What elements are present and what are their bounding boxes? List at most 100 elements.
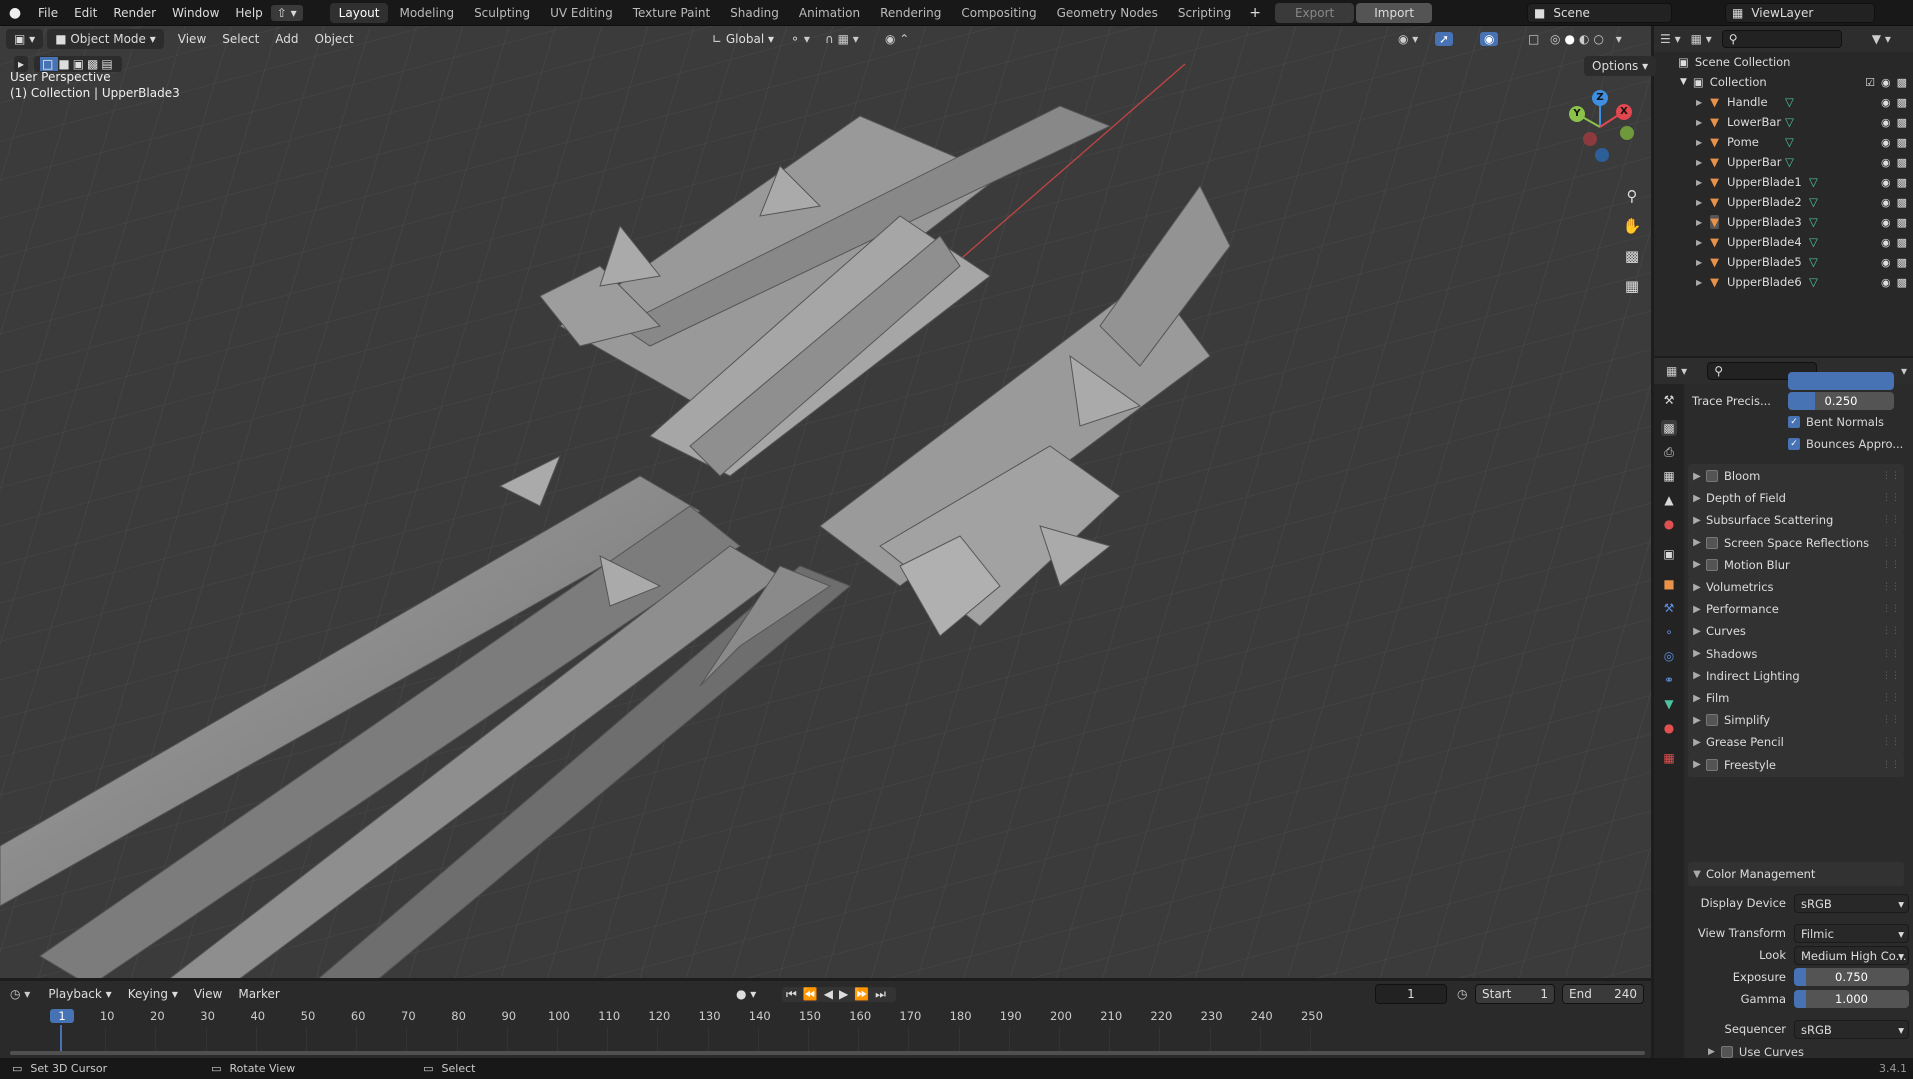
mesh-data-icon[interactable]: ▽	[1785, 115, 1794, 129]
camera-icon[interactable]: ▩	[1618, 242, 1646, 270]
outliner-item[interactable]: ▶ ▼ UpperBlade2 ▽ ◉ ▩	[1654, 192, 1913, 212]
camera-render-icon[interactable]: ▩	[1897, 96, 1907, 109]
expand-icon[interactable]: ▶	[1696, 278, 1702, 287]
particles-tab-icon[interactable]: ∘	[1661, 624, 1677, 640]
collection-row[interactable]: ▼ ▣ Collection ☑ ◉ ▩	[1654, 72, 1913, 92]
record-icon[interactable]: ● ▾	[736, 987, 756, 1001]
eye-icon[interactable]: ◉	[1881, 256, 1891, 269]
outliner-item[interactable]: ▶ ▼ UpperBlade3 ▽ ◉ ▩	[1654, 212, 1913, 232]
eye-icon[interactable]: ◉	[1881, 216, 1891, 229]
checkbox-icon[interactable]: ☑	[1865, 76, 1875, 89]
3d-viewport[interactable]: User Perspective (1) Collection | UpperB…	[0, 26, 1651, 978]
item-toggles[interactable]: ◉ ▩	[1881, 156, 1907, 169]
gizmo-z-axis[interactable]: Z	[1592, 90, 1608, 106]
outliner-item[interactable]: ▶ ▼ Handle ▽ ◉ ▩	[1654, 92, 1913, 112]
item-toggles[interactable]: ◉ ▩	[1881, 276, 1907, 289]
item-toggles[interactable]: ◉ ▩	[1881, 236, 1907, 249]
mesh-data-icon[interactable]: ▽	[1809, 235, 1818, 249]
end-frame-field[interactable]: End 240	[1562, 984, 1644, 1004]
use-curves-row[interactable]: ▶ Use Curves	[1708, 1045, 1804, 1059]
outliner-item[interactable]: ▶ ▼ UpperBlade1 ▽ ◉ ▩	[1654, 172, 1913, 192]
workspace-tab-compositing[interactable]: Compositing	[952, 3, 1045, 23]
drag-handle-icon[interactable]: ⋮⋮	[1882, 538, 1900, 548]
mesh-data-icon[interactable]: ▽	[1785, 135, 1794, 149]
outliner-item[interactable]: ▶ ▼ UpperBlade5 ▽ ◉ ▩	[1654, 252, 1913, 272]
gamma-slider[interactable]: 1.000	[1794, 990, 1909, 1008]
scene-collection-row[interactable]: ▣ Scene Collection	[1654, 52, 1913, 72]
gizmo-neg-x[interactable]	[1583, 132, 1597, 146]
sequencer-dropdown[interactable]: sRGB ▾	[1794, 1020, 1909, 1039]
drag-handle-icon[interactable]: ⋮⋮	[1882, 515, 1900, 525]
zoom-icon[interactable]: ⚲	[1618, 182, 1646, 210]
menu-render[interactable]: Render	[105, 6, 164, 20]
timeline-scrollbar[interactable]	[10, 1051, 1645, 1055]
drag-handle-icon[interactable]: ⋮⋮	[1882, 737, 1900, 747]
grid-icon[interactable]: ▦	[1618, 272, 1646, 300]
viewport-menu-add[interactable]: Add	[267, 32, 306, 46]
look-dropdown[interactable]: Medium High Co... ▾	[1794, 946, 1909, 965]
data-tab-icon[interactable]: ▼	[1661, 696, 1677, 712]
camera-render-icon[interactable]: ▩	[1897, 116, 1907, 129]
panel-film[interactable]: ▶ Film ⋮⋮	[1688, 686, 1904, 710]
gizmo-neg-z[interactable]	[1595, 148, 1609, 162]
item-toggles[interactable]: ◉ ▩	[1881, 176, 1907, 189]
exposure-slider[interactable]: 0.750	[1794, 968, 1909, 986]
menu-file[interactable]: File	[30, 6, 66, 20]
outliner-item[interactable]: ▶ ▼ UpperBlade6 ▽ ◉ ▩	[1654, 272, 1913, 292]
drag-handle-icon[interactable]: ⋮⋮	[1882, 626, 1900, 636]
camera-render-icon[interactable]: ▩	[1897, 216, 1907, 229]
panel-enable-checkbox[interactable]	[1706, 536, 1718, 549]
camera-render-icon[interactable]: ▩	[1897, 136, 1907, 149]
expand-icon[interactable]: ▶	[1696, 218, 1702, 227]
workspace-tab-scripting[interactable]: Scripting	[1169, 3, 1240, 23]
factor-slider-partial[interactable]	[1788, 372, 1894, 390]
timeline-editor-icon[interactable]: ◷ ▾	[10, 987, 30, 1001]
overlay-toggle-icon[interactable]: ◉	[1480, 32, 1499, 46]
gizmo-y-axis[interactable]: Y	[1569, 106, 1585, 122]
modifier-tab-icon[interactable]: ⚒	[1661, 600, 1677, 616]
properties-editor-icon[interactable]: ▦ ▾	[1666, 364, 1687, 378]
object-tab-icon[interactable]: ■	[1661, 576, 1677, 592]
select-box-modes[interactable]: □ ■▣▩▤	[34, 56, 122, 72]
transform-orientation[interactable]: ∟ Global ▾	[704, 29, 782, 49]
drag-handle-icon[interactable]: ⋮⋮	[1882, 560, 1900, 570]
world-tab-icon[interactable]: ●	[1661, 516, 1677, 532]
playback-controls[interactable]: ⏮⏪◀▶⏩⏭	[782, 986, 896, 1002]
camera-render-icon[interactable]: ▩	[1897, 156, 1907, 169]
trace-precision-slider[interactable]: 0.250	[1788, 392, 1894, 410]
panel-enable-checkbox[interactable]	[1706, 470, 1718, 482]
blender-logo-icon[interactable]: ●	[0, 5, 30, 21]
eye-icon[interactable]: ◉	[1881, 96, 1891, 109]
export-button[interactable]: Export	[1274, 2, 1355, 23]
panel-enable-checkbox[interactable]	[1706, 714, 1718, 727]
eye-icon[interactable]: ◉	[1881, 76, 1891, 89]
marker-menu[interactable]: Marker	[230, 987, 287, 1001]
outliner-item[interactable]: ▶ ▼ LowerBar ▽ ◉ ▩	[1654, 112, 1913, 132]
panel-volumetrics[interactable]: ▶ Volumetrics ⋮⋮	[1688, 575, 1904, 599]
eye-icon[interactable]: ◉	[1881, 176, 1891, 189]
pan-hand-icon[interactable]: ✋	[1618, 212, 1646, 240]
drag-handle-icon[interactable]: ⋮⋮	[1882, 715, 1900, 725]
expand-icon[interactable]: ▶	[1696, 118, 1702, 127]
panel-shadows[interactable]: ▶ Shadows ⋮⋮	[1688, 641, 1904, 666]
panel-indirect-lighting[interactable]: ▶ Indirect Lighting ⋮⋮	[1688, 663, 1904, 688]
camera-render-icon[interactable]: ▩	[1897, 196, 1907, 209]
options-button[interactable]: Options ▾	[1584, 56, 1657, 76]
mode-selector[interactable]: ■ Object Mode ▾	[47, 29, 164, 49]
editor-type-icon[interactable]: ▣ ▾	[6, 29, 44, 49]
outliner-search-field[interactable]: ⚲	[1721, 30, 1842, 48]
drag-handle-icon[interactable]: ⋮⋮	[1882, 760, 1900, 770]
camera-render-icon[interactable]: ▩	[1897, 256, 1907, 269]
snap-icon[interactable]: ∩ ▦ ▾	[825, 32, 859, 46]
stopwatch-icon[interactable]: ◷	[1457, 987, 1467, 1001]
drag-handle-icon[interactable]: ⋮⋮	[1882, 582, 1900, 592]
bounces-row[interactable]: ✓ Bounces Appro...	[1788, 437, 1903, 451]
item-toggles[interactable]: ◉ ▩	[1881, 116, 1907, 129]
physics-tab-icon[interactable]: ◎	[1661, 648, 1677, 664]
eye-icon[interactable]: ◉	[1881, 116, 1891, 129]
select-tool-icon[interactable]: ▸	[14, 56, 29, 72]
render-tab-icon[interactable]: ▩	[1661, 420, 1677, 436]
panel-subsurface-scattering[interactable]: ▶ Subsurface Scattering ⋮⋮	[1688, 508, 1904, 533]
panel-motion-blur[interactable]: ▶ Motion Blur ⋮⋮	[1688, 552, 1904, 577]
tool-tab-icon[interactable]: ⚒	[1661, 392, 1677, 408]
